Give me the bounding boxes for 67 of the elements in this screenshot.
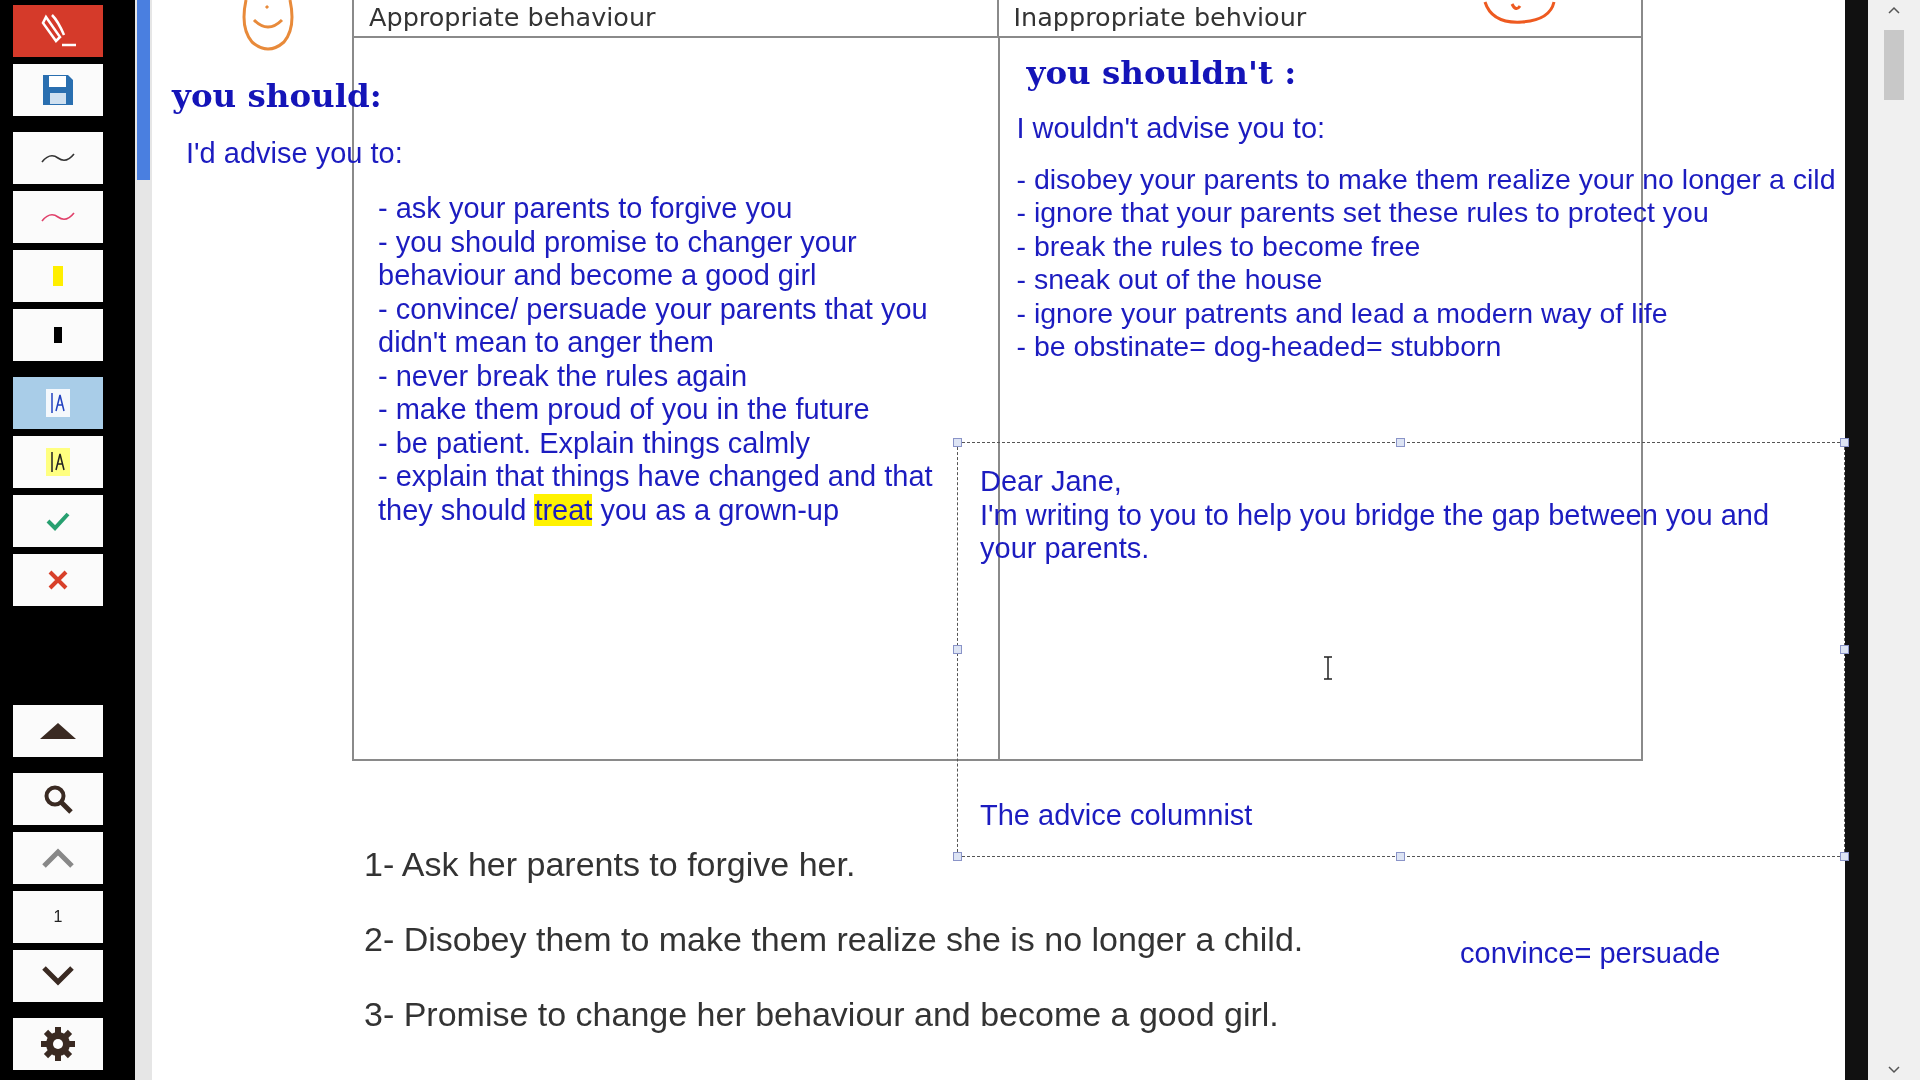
list-item: - disobey your parents to make them realize your no longer a cild xyxy=(1016,162,1836,196)
note-text: convince= persuade xyxy=(1460,937,1721,971)
signature-text: The advice columnist xyxy=(980,798,1253,832)
resize-handle[interactable] xyxy=(1840,644,1849,654)
scrollbar-thumb[interactable] xyxy=(1884,30,1904,100)
letter-text: I'm writing to you to help you bridge the gap between you and xyxy=(980,498,1770,532)
list-item: - sneak out of the house xyxy=(1016,263,1323,297)
chevron-up-icon[interactable] xyxy=(1888,6,1900,14)
settings-button[interactable] xyxy=(13,1018,103,1070)
search-button[interactable] xyxy=(13,773,103,825)
resize-handle[interactable] xyxy=(1396,438,1405,447)
text-tool-button[interactable] xyxy=(13,377,103,429)
settings-icon xyxy=(39,1025,77,1063)
resize-handle[interactable] xyxy=(1396,852,1405,861)
chevron-down-icon xyxy=(42,966,74,986)
column-header: Inappropriate behviour xyxy=(996,0,1641,36)
pen-stroke-icon xyxy=(40,151,76,165)
intro-text: I'd advise you to: xyxy=(186,137,403,171)
heading: you should: xyxy=(172,76,382,115)
check-button[interactable] xyxy=(13,495,103,547)
save-button[interactable] xyxy=(13,64,103,116)
answer-text: 2- Disobey them to make them realize she is no longer a child. xyxy=(364,922,1304,956)
heading: you shouldn't : xyxy=(1026,52,1297,94)
list-item: - break the rules to become free xyxy=(1016,229,1421,263)
chevron-up-icon xyxy=(42,848,74,868)
resize-handle[interactable] xyxy=(953,438,962,447)
search-icon xyxy=(43,784,73,814)
list-item: - be patient. Explain things calmly xyxy=(378,426,810,460)
column-header: Appropriate behaviour xyxy=(368,1,657,34)
triangle-up-icon xyxy=(40,723,76,739)
list-item: - make them proud of you in the future xyxy=(378,393,870,427)
text-cursor-icon xyxy=(1323,656,1333,680)
list-item: - be obstinate= dog-headed= stubborn xyxy=(1016,330,1502,364)
previous-page-button[interactable] xyxy=(13,832,103,884)
first-page-button[interactable] xyxy=(13,705,103,757)
highlighter-icon xyxy=(53,266,63,286)
list-item: - ask your parents to forgive you xyxy=(378,192,793,226)
text-tool-icon xyxy=(46,389,70,417)
answer-text: 3- Promise to change her behaviour and become a good girl. xyxy=(364,997,1279,1031)
next-page-button[interactable] xyxy=(13,950,103,1002)
close-icon xyxy=(48,570,68,590)
list-item: - never break the rules again xyxy=(378,359,748,393)
resize-handle[interactable] xyxy=(953,852,962,861)
resize-handle[interactable] xyxy=(953,644,962,654)
list-item: - convince/ persuade your parents that you didn't mean to anger them xyxy=(378,292,928,360)
marker-button[interactable] xyxy=(13,309,103,361)
resize-handle[interactable] xyxy=(1840,852,1849,861)
page-number-button[interactable]: 1 xyxy=(13,891,103,943)
text-tool-button[interactable] xyxy=(13,436,103,488)
delete-button[interactable] xyxy=(13,554,103,606)
list-item: - ignore that your parents set these rules to protect you xyxy=(1016,196,1709,230)
answer-text: 1- Ask her parents to forgive her. xyxy=(364,847,856,881)
chevron-down-icon[interactable] xyxy=(1888,1066,1900,1074)
save-icon xyxy=(40,72,76,108)
intro-text: I wouldn't advise you to: xyxy=(1016,112,1326,146)
logo-button[interactable] xyxy=(13,5,103,57)
list-item: - you should promise to changer your behaviour and become a good girl xyxy=(378,225,857,293)
pen-stroke-icon xyxy=(40,210,76,224)
marker-icon xyxy=(54,327,62,343)
greeting-text: Dear Jane, xyxy=(980,465,1122,499)
text-tool-icon xyxy=(46,448,70,476)
list-item: - explain that things have changed and that they should treat you as a grown-up xyxy=(378,460,933,527)
letter-text: your parents. xyxy=(980,532,1150,566)
scrollbar[interactable] xyxy=(1868,0,1920,1080)
resize-handle[interactable] xyxy=(1840,438,1849,447)
list-item: - ignore your patrents and lead a modern way of life xyxy=(1016,296,1668,330)
check-icon xyxy=(46,511,70,531)
